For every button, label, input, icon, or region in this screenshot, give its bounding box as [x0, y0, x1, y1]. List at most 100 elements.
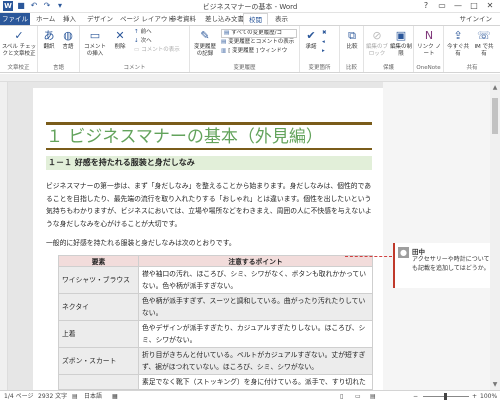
restrict-editing-button[interactable]: ▣ 編集の制限: [389, 28, 413, 57]
previous-change-icon: ◂: [322, 39, 325, 45]
new-comment-button[interactable]: ▭ コメントの挿入: [82, 28, 108, 57]
group-label: 保護: [382, 65, 394, 71]
help-button[interactable]: ?: [418, 0, 434, 12]
title-bar: W ■ ↶ ↷ ▾ ビジネスマナーの基本 - Word ? ▭ — □ ✕: [0, 0, 500, 13]
status-bar: 1/4 ページ 2932 文字 ▤ 日本語 ▦ ▯ ▭ ▤ − + 100%: [0, 390, 500, 403]
tab-references[interactable]: 参考資料: [170, 13, 196, 25]
table-row: 上着 色やデザインが派手すぎたり、カジュアルすぎたりしない。ほころび、シミ、シワ…: [58, 320, 373, 348]
share-now-button[interactable]: ⇪ 今すぐ共有: [446, 28, 470, 57]
zoom-level[interactable]: 100%: [480, 391, 497, 403]
language-status[interactable]: 日本語: [84, 391, 102, 403]
previous-icon: ↑: [134, 29, 139, 35]
next-comment-button[interactable]: ↓ 次へ: [134, 38, 152, 45]
language-button[interactable]: ◍ 言語: [59, 28, 77, 51]
review-pane-icon: ▥: [221, 48, 227, 54]
vertical-ruler: [0, 82, 8, 390]
markup-select[interactable]: ▤ すべての変更履歴/コ: [221, 29, 297, 38]
block-authors-button[interactable]: ⊘ 編集のブロック: [365, 28, 389, 57]
compare-button[interactable]: ⧉ 比較: [342, 28, 362, 51]
table-cell: 上着: [58, 320, 139, 348]
scroll-down-icon[interactable]: ▼: [490, 381, 500, 388]
group-tracking: ✎ 変更履歴の記録 ▤ すべての変更履歴/コ ▤ 変更履歴とコメントの表示 ▥[ 変…: [190, 26, 300, 72]
table-cell: [58, 374, 139, 390]
maximize-button[interactable]: □: [466, 0, 482, 12]
tab-file[interactable]: ファイル: [0, 13, 30, 25]
document-subheading[interactable]: １－１ 好感を持たれる服装と身だしなみ: [46, 156, 372, 170]
table-cell: ズボン・スカート: [58, 347, 139, 375]
table-cell: 襟や袖口の汚れ、ほころび、シミ、シワがなく、ボタンも取れかかっていない。色や柄が…: [138, 266, 373, 294]
page-count[interactable]: 1/4 ページ: [4, 391, 33, 403]
comment-add-icon: ▭: [89, 29, 101, 42]
share-icon: ⇪: [453, 29, 463, 42]
body-paragraph[interactable]: ビジネスマナーの第一歩は、まず「身だしなみ」を整えることから始まります。身だしな…: [46, 180, 372, 230]
print-layout-icon[interactable]: ▭: [355, 391, 361, 403]
word-count[interactable]: 2932 文字: [38, 391, 67, 403]
user-avatar-icon: ●: [398, 247, 409, 258]
zoom-out-icon[interactable]: −: [413, 391, 418, 403]
markup-area: [383, 82, 490, 390]
group-comments: ▭ コメントの挿入 ✕ 削除 ↑ 前へ ↓ 次へ ▭ コメントの表示 コメント: [80, 26, 190, 72]
delete-comment-button[interactable]: ✕ 削除: [110, 28, 130, 51]
group-label: OneNote: [416, 65, 441, 71]
tab-insert[interactable]: 挿入: [63, 13, 76, 25]
ribbon-display-button[interactable]: ▭: [434, 0, 450, 12]
comment-balloon[interactable]: ● 田中 アクセサリーや時計についても記載を追加してはどうか。: [393, 243, 490, 288]
review-pane-button[interactable]: ▥[ 変更履歴 ] ウィンドウ: [221, 48, 287, 55]
show-markup-button[interactable]: ▤ 変更履歴とコメントの表示: [221, 39, 294, 46]
accept-icon: ✔: [306, 29, 316, 42]
linked-notes-button[interactable]: N リンク ノート: [416, 28, 442, 57]
body-paragraph-2[interactable]: 一般的に好感を持たれる服装と身だしなみは次のとおりです。: [46, 237, 372, 247]
tab-mailings[interactable]: 差し込み文書: [205, 13, 244, 25]
vertical-scrollbar[interactable]: ▲ ▼: [490, 82, 500, 390]
tab-view[interactable]: 表示: [275, 13, 288, 25]
group-label: 言語: [52, 65, 64, 71]
spell-check-button[interactable]: ✓ スペル チェックと文章校正: [1, 28, 37, 57]
group-label: 変更箇所: [308, 65, 331, 71]
proofing-status-icon[interactable]: ▤: [72, 391, 78, 403]
horizontal-ruler[interactable]: [0, 74, 500, 82]
im-meeting-button[interactable]: ☏ IM で共有: [472, 28, 496, 57]
ribbon-tabs: ファイル ホーム 挿入 デザイン ページ レイアウト 参考資料 差し込み文書 校…: [0, 13, 500, 25]
document-heading[interactable]: １ ビジネスマナーの基本（外見編）: [46, 127, 372, 147]
window-controls: ? ▭ — □ ✕: [418, 0, 498, 12]
minimize-button[interactable]: —: [450, 0, 466, 12]
macro-icon[interactable]: ▦: [112, 391, 118, 403]
show-markup-icon: ▤: [221, 39, 227, 45]
table-row: ワイシャツ・ブラウス 襟や袖口の汚れ、ほころび、シミ、シワがなく、ボタンも取れか…: [58, 266, 373, 294]
tab-design[interactable]: デザイン: [87, 13, 113, 25]
signin-link[interactable]: サインイン: [460, 13, 493, 25]
group-changes: ✔ 承諾 ✖ ◂ ▸ 変更箇所: [300, 26, 340, 72]
web-layout-icon[interactable]: ▤: [370, 391, 376, 403]
attire-table[interactable]: 要素 注意するポイント ワイシャツ・ブラウス 襟や袖口の汚れ、ほころび、シミ、シ…: [58, 255, 373, 390]
read-mode-icon[interactable]: ▯: [340, 391, 343, 403]
tab-review[interactable]: 校閲: [243, 13, 268, 25]
next-change-button[interactable]: ▸: [322, 48, 327, 55]
scrollbar-thumb[interactable]: [492, 98, 498, 134]
tab-page-layout[interactable]: ページ レイアウト: [120, 13, 174, 25]
show-comments-button[interactable]: ▭ コメントの表示: [134, 47, 180, 54]
reject-icon: ✖: [322, 30, 327, 36]
tab-home[interactable]: ホーム: [36, 13, 55, 25]
translate-icon: あ: [43, 29, 55, 42]
accept-button[interactable]: ✔ 承諾: [303, 28, 319, 51]
zoom-in-icon[interactable]: +: [472, 391, 477, 403]
scroll-up-icon[interactable]: ▲: [490, 84, 500, 91]
table-row: ネクタイ 色や柄が派手すぎず、スーツと調和している。曲がったり汚れたりしていない…: [58, 293, 373, 321]
comment-text[interactable]: アクセサリーや時計についても記載を追加してはどうか。: [412, 255, 490, 273]
table-cell: 折り目がきちんと付いている。ベルトがカジュアルすぎない。丈が短すぎず、裾がほつれ…: [138, 347, 373, 375]
table-cell: 色やデザインが派手すぎたり、カジュアルすぎたりしない。ほころび、シミ、シワがない…: [138, 320, 373, 348]
spell-check-icon: ✓: [14, 29, 24, 42]
previous-comment-button[interactable]: ↑ 前へ: [134, 29, 152, 36]
group-label: 比較: [345, 65, 357, 71]
previous-change-button[interactable]: ◂: [322, 39, 327, 46]
ribbon: ✓ スペル チェックと文章校正 文章校正 あ 翻訳 ◍ 言語 言語 ▭ コメント…: [0, 25, 500, 73]
close-button[interactable]: ✕: [482, 0, 498, 12]
reject-button[interactable]: ✖: [322, 30, 329, 37]
track-changes-button[interactable]: ✎ 変更履歴の記録: [192, 28, 218, 57]
comment-connector-line: [345, 256, 392, 257]
group-proofing: ✓ スペル チェックと文章校正 文章校正: [0, 26, 38, 72]
table-row: 素足でなく靴下（ストッキング）を身に付けている。派手で、すり切れた: [58, 374, 373, 390]
zoom-slider-thumb[interactable]: [444, 393, 447, 400]
translate-button[interactable]: あ 翻訳: [40, 28, 58, 51]
block-authors-icon: ⊘: [372, 29, 382, 42]
